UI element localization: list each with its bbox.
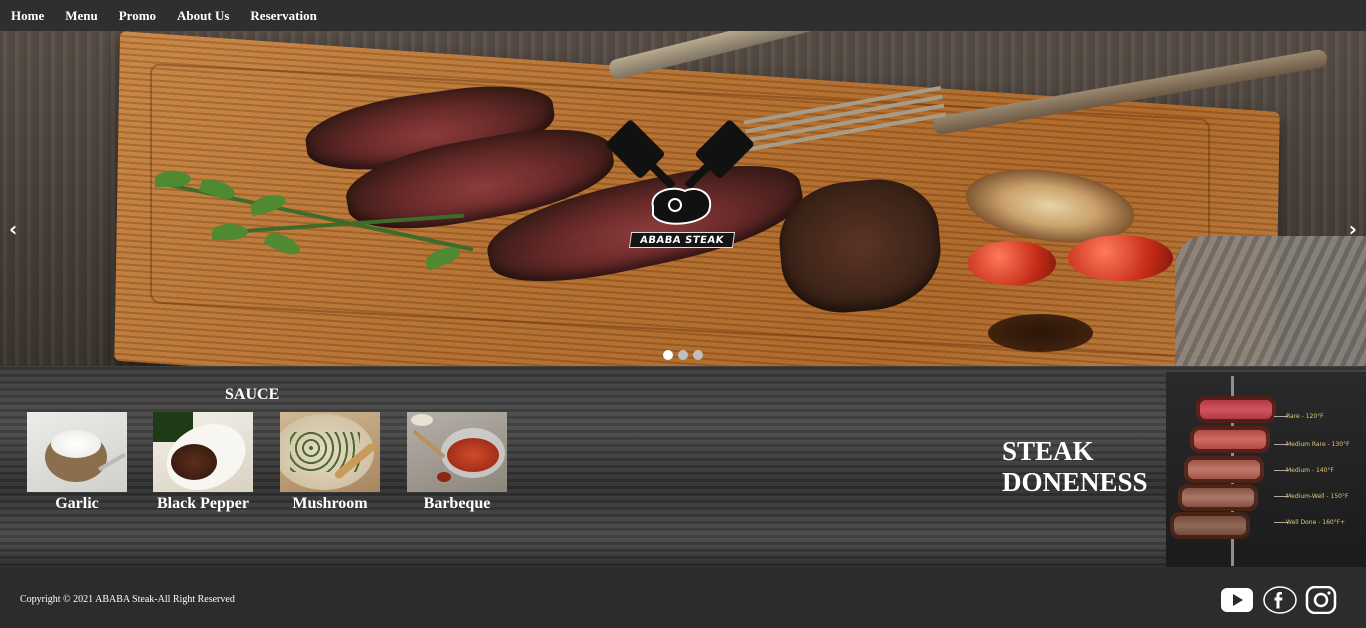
logo-text: ABABA STEAK xyxy=(628,232,736,248)
garlic-sauce xyxy=(51,430,101,458)
top-navigation: Home Menu Promo About Us Reservation xyxy=(0,0,1366,31)
small-bowl xyxy=(411,414,433,426)
youtube-icon[interactable] xyxy=(1220,586,1254,614)
spoon-sauce xyxy=(437,472,451,482)
nav-menu-link[interactable]: Menu xyxy=(65,8,98,24)
spoon xyxy=(412,429,446,459)
doneness-level-label: Medium Rare - 130°F xyxy=(1286,441,1350,448)
nav-about-us-link[interactable]: About Us xyxy=(177,8,229,24)
sauce-heading: SAUCE xyxy=(225,386,280,403)
doneness-level-label: Medium - 140°F xyxy=(1286,467,1334,474)
mushroom-sauce-image xyxy=(280,412,380,492)
carousel-indicators xyxy=(663,350,703,360)
doneness-level-label: Rare - 120°F xyxy=(1286,413,1324,420)
nav-home-link[interactable]: Home xyxy=(11,8,44,24)
sauce-label: Barbeque xyxy=(423,495,491,512)
doneness-title-line2: DONENESS xyxy=(1002,467,1148,497)
doneness-level-label: Well Done - 160°F+ xyxy=(1286,519,1346,526)
carousel-dot[interactable] xyxy=(678,350,688,360)
ababa-steak-logo: ABABA STEAK xyxy=(605,119,755,255)
steak-doneness-chart-image: Rare - 120°F Medium Rare - 130°F Medium … xyxy=(1166,372,1366,567)
cleaver-steak-icon xyxy=(606,120,754,225)
nav-promo-link[interactable]: Promo xyxy=(119,8,156,24)
garlic-sauce-image xyxy=(27,412,127,492)
sauce-card-black-pepper[interactable]: Black Pepper xyxy=(153,412,253,513)
doneness-level-label: Medium-Well - 150°F xyxy=(1286,493,1349,500)
pepper-sauce xyxy=(171,444,217,480)
black-pepper-sauce-image xyxy=(153,412,253,492)
hero-carousel: ABABA STEAK ‹ › xyxy=(0,31,1366,366)
medium-rare-slice xyxy=(1190,426,1270,453)
sauce-card-garlic[interactable]: Garlic xyxy=(27,412,127,513)
steak-doneness-heading: STEAK DONENESS xyxy=(1002,436,1148,498)
instagram-icon[interactable] xyxy=(1304,585,1338,615)
page-footer: Copyright © 2021 ABABA Steak-All Right R… xyxy=(0,567,1366,628)
sauce-card-mushroom[interactable]: Mushroom xyxy=(280,412,380,513)
carousel-dot[interactable] xyxy=(693,350,703,360)
doneness-title-line1: STEAK xyxy=(1002,436,1094,466)
cherry-tomato xyxy=(968,241,1056,285)
carousel-next-button[interactable]: › xyxy=(1349,217,1357,241)
medium-slice xyxy=(1184,456,1264,483)
medium-well-slice xyxy=(1178,484,1258,511)
herb-leaf xyxy=(155,171,191,187)
facebook-icon[interactable] xyxy=(1263,586,1297,614)
nav-reservation-link[interactable]: Reservation xyxy=(250,8,316,24)
barbeque-sauce-image xyxy=(407,412,507,492)
carousel-dot[interactable] xyxy=(663,350,673,360)
barbeque-sauce xyxy=(447,438,499,472)
sauce-card-barbeque[interactable]: Barbeque xyxy=(407,412,507,513)
sauce-drop xyxy=(988,314,1093,352)
sauce-label: Black Pepper xyxy=(157,495,249,512)
carousel-prev-button[interactable]: ‹ xyxy=(9,217,17,241)
sauce-doneness-section: SAUCE Garlic Black Pepper Mushroom Barbe… xyxy=(0,366,1366,567)
well-done-slice xyxy=(1170,512,1250,539)
napkin-cloth xyxy=(1175,236,1366,366)
sauce-label: Mushroom xyxy=(292,495,368,512)
sauce-label: Garlic xyxy=(55,495,99,512)
herb-leaf xyxy=(212,224,248,240)
cherry-tomato xyxy=(1068,235,1173,281)
rare-slice xyxy=(1196,396,1276,423)
copyright-text: Copyright © 2021 ABABA Steak-All Right R… xyxy=(20,594,235,605)
